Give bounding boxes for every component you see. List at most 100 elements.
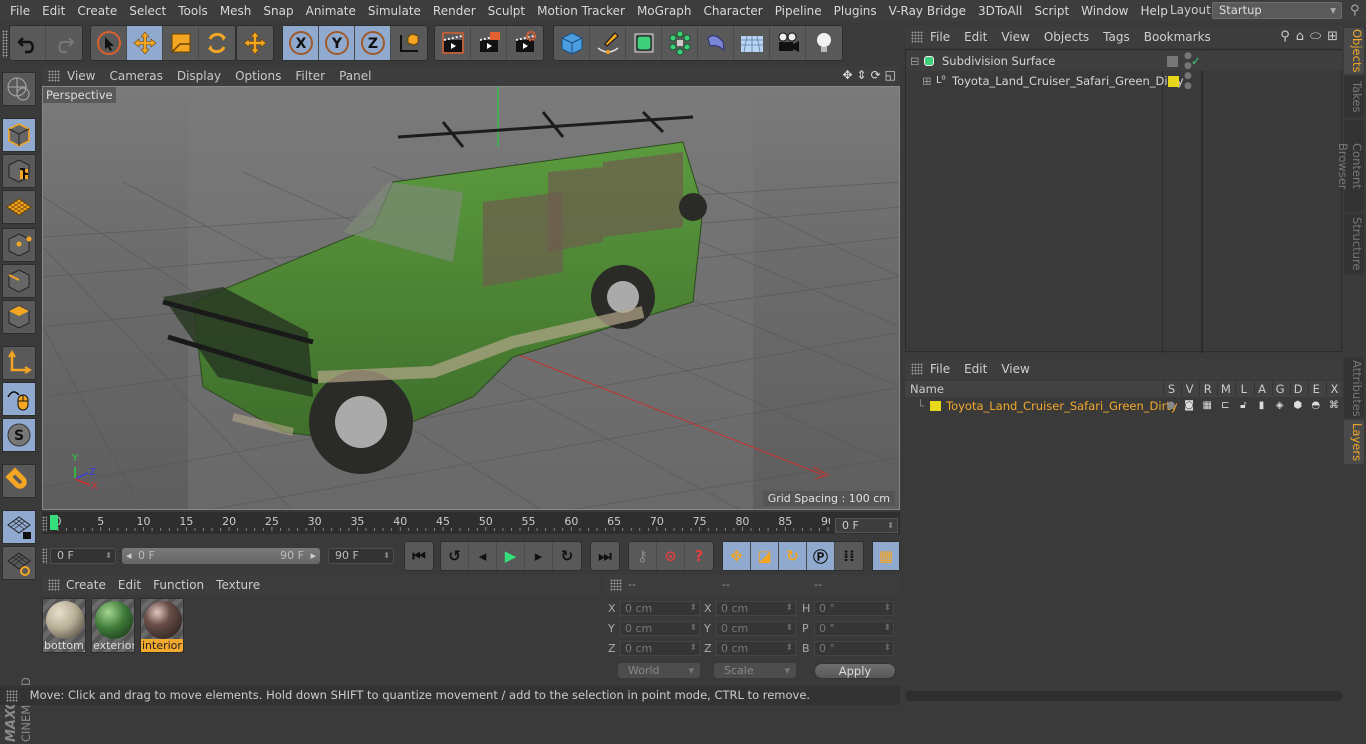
autokeying-button[interactable]: ⊙ bbox=[657, 542, 685, 570]
object-row[interactable]: ⊞ L⁰ Toyota_Land_Cruiser_Safari_Green_Di… bbox=[906, 71, 1343, 91]
layer-flag-header-animation[interactable]: A bbox=[1253, 382, 1270, 396]
pen-spline-button[interactable] bbox=[590, 26, 626, 60]
position-z-field[interactable]: 0 cm bbox=[620, 641, 700, 656]
menu-mesh[interactable]: Mesh bbox=[214, 4, 258, 18]
material-menu-function[interactable]: Function bbox=[147, 578, 210, 592]
layer-name[interactable]: Toyota_Land_Cruiser_Safari_Green_Dirty bbox=[946, 397, 1178, 415]
tab-content-browser[interactable]: Content Browser bbox=[1336, 120, 1364, 212]
z-axis-lock-button[interactable]: Z bbox=[355, 26, 391, 60]
menu-3dtoall[interactable]: 3DToAll bbox=[972, 4, 1028, 18]
timeline-grip[interactable] bbox=[42, 516, 47, 532]
menu-snap[interactable]: Snap bbox=[257, 4, 299, 18]
menu-edit[interactable]: Edit bbox=[36, 4, 71, 18]
apply-button[interactable]: Apply bbox=[814, 663, 896, 679]
object-name[interactable]: Toyota_Land_Cruiser_Safari_Green_Dirty bbox=[952, 71, 1184, 91]
size-z-field[interactable]: 0 cm bbox=[716, 641, 796, 656]
menu-create[interactable]: Create bbox=[71, 4, 123, 18]
toggle-layout-icon[interactable]: ◱ bbox=[885, 68, 896, 82]
axis-mode-button[interactable] bbox=[2, 346, 36, 380]
model-mode-button[interactable] bbox=[2, 118, 36, 152]
subdivision-surface-button[interactable] bbox=[626, 26, 662, 60]
object-manager-grip[interactable] bbox=[911, 31, 923, 43]
timeline-window-button[interactable]: ▦ bbox=[873, 542, 899, 570]
coordinate-space-dropdown[interactable]: World bbox=[618, 663, 700, 678]
layer-flag-header-locked[interactable]: L bbox=[1235, 382, 1251, 396]
layer-manager-icon[interactable]: ⊏ bbox=[1217, 397, 1233, 415]
tab-objects[interactable]: Objects bbox=[1344, 28, 1364, 74]
make-editable-button[interactable] bbox=[2, 72, 36, 106]
next-frame-button[interactable]: ▸ bbox=[525, 542, 553, 570]
range-right-arrow-icon[interactable]: ▸ bbox=[310, 548, 316, 564]
light-button[interactable] bbox=[806, 26, 842, 60]
pan-view-icon[interactable]: ✥ bbox=[842, 68, 852, 82]
timeline[interactable]: 051015202530354045505560657075808590 0 F… bbox=[42, 512, 900, 534]
size-y-field[interactable]: 0 cm bbox=[716, 621, 796, 636]
collapse-icon[interactable]: ⊟ bbox=[910, 51, 920, 71]
recent-tool-button[interactable] bbox=[237, 26, 273, 60]
layer-expressions-icon[interactable]: ◓ bbox=[1308, 397, 1324, 415]
dolly-view-icon[interactable]: ⇕ bbox=[857, 68, 867, 82]
menu-file[interactable]: File bbox=[4, 4, 36, 18]
layer-flag-header-expressions[interactable]: E bbox=[1307, 382, 1324, 396]
workplane-align-button[interactable] bbox=[2, 546, 36, 580]
layer-flag-header-deformers[interactable]: D bbox=[1289, 382, 1306, 396]
layer-xrefs-icon[interactable]: ⌘ bbox=[1326, 397, 1342, 415]
hierarchy-icon[interactable]: ⬭ bbox=[1310, 29, 1321, 44]
layer-horizontal-scrollbar[interactable] bbox=[905, 691, 1342, 701]
layer-locked-icon[interactable]: 🔓︎ bbox=[1235, 397, 1251, 415]
goto-end-button[interactable]: ⏭ bbox=[591, 542, 619, 570]
layer-animation-icon[interactable]: ▮ bbox=[1254, 397, 1270, 415]
range-left-arrow-icon[interactable]: ◂ bbox=[126, 548, 132, 564]
menu-character[interactable]: Character bbox=[697, 4, 768, 18]
y-axis-lock-button[interactable]: Y bbox=[319, 26, 355, 60]
layer-deformers-icon[interactable]: ⬢ bbox=[1290, 397, 1306, 415]
viewport-menu-cameras[interactable]: Cameras bbox=[102, 69, 169, 83]
layer-flag-header-solo[interactable]: S bbox=[1163, 382, 1179, 396]
timeline-ruler[interactable]: 051015202530354045505560657075808590 bbox=[50, 514, 830, 532]
layers-menu-file[interactable]: File bbox=[923, 362, 957, 376]
objects-menu-edit[interactable]: Edit bbox=[957, 30, 994, 44]
size-x-field[interactable]: 0 cm bbox=[716, 601, 796, 616]
layer-color-icon[interactable] bbox=[930, 401, 941, 411]
rotation-key-button[interactable]: ↻ bbox=[779, 542, 807, 570]
record-active-objects-button[interactable]: ⚷ bbox=[629, 542, 657, 570]
rotation-h-field[interactable]: 0 ° bbox=[814, 601, 894, 616]
start-frame-field[interactable]: 0 F ⬍ bbox=[50, 548, 116, 564]
material-menu-texture[interactable]: Texture bbox=[210, 578, 266, 592]
coordinate-system-button[interactable] bbox=[391, 26, 427, 60]
position-x-field[interactable]: 0 cm bbox=[620, 601, 700, 616]
menu-help[interactable]: Help bbox=[1134, 4, 1173, 18]
layer-flag-header-visible[interactable]: V bbox=[1181, 382, 1197, 396]
x-axis-lock-button[interactable]: X bbox=[283, 26, 319, 60]
scale-key-button[interactable]: ◪ bbox=[751, 542, 779, 570]
menu-mograph[interactable]: MoGraph bbox=[631, 4, 698, 18]
material-swatch[interactable]: exterior_ bbox=[91, 598, 135, 653]
redo-button[interactable] bbox=[46, 26, 82, 60]
menu-simulate[interactable]: Simulate bbox=[362, 4, 427, 18]
position-y-field[interactable]: 0 cm bbox=[620, 621, 700, 636]
material-menu-edit[interactable]: Edit bbox=[112, 578, 147, 592]
undo-button[interactable] bbox=[10, 26, 46, 60]
tab-takes[interactable]: Takes bbox=[1344, 76, 1364, 118]
toolbar-grip[interactable] bbox=[2, 30, 8, 58]
layers-menu-edit[interactable]: Edit bbox=[957, 362, 994, 376]
camera-button[interactable] bbox=[770, 26, 806, 60]
objects-menu-bookmarks[interactable]: Bookmarks bbox=[1137, 30, 1218, 44]
viewport-menu-filter[interactable]: Filter bbox=[288, 69, 332, 83]
objects-menu-tags[interactable]: Tags bbox=[1096, 30, 1137, 44]
object-row[interactable]: ⊟ Subdivision Surface ● ● ✓ bbox=[906, 51, 1343, 71]
objects-menu-objects[interactable]: Objects bbox=[1037, 30, 1096, 44]
viewport-menu-display[interactable]: Display bbox=[170, 69, 228, 83]
magnet-button[interactable] bbox=[2, 464, 36, 498]
polygons-mode-button[interactable] bbox=[2, 300, 36, 334]
layout-dropdown[interactable]: Startup bbox=[1212, 2, 1342, 19]
orbit-view-icon[interactable]: ⟳ bbox=[871, 68, 881, 82]
viewport-menu-options[interactable]: Options bbox=[228, 69, 288, 83]
layer-flag-header-manager[interactable]: M bbox=[1217, 382, 1233, 396]
rotation-b-field[interactable]: 0 ° bbox=[814, 641, 894, 656]
tab-attributes[interactable]: Attributes bbox=[1344, 358, 1364, 418]
menu-plugins[interactable]: Plugins bbox=[828, 4, 883, 18]
layer-color-icon[interactable] bbox=[1168, 76, 1179, 87]
menu-render[interactable]: Render bbox=[427, 4, 482, 18]
viewport-grip[interactable] bbox=[48, 70, 60, 82]
